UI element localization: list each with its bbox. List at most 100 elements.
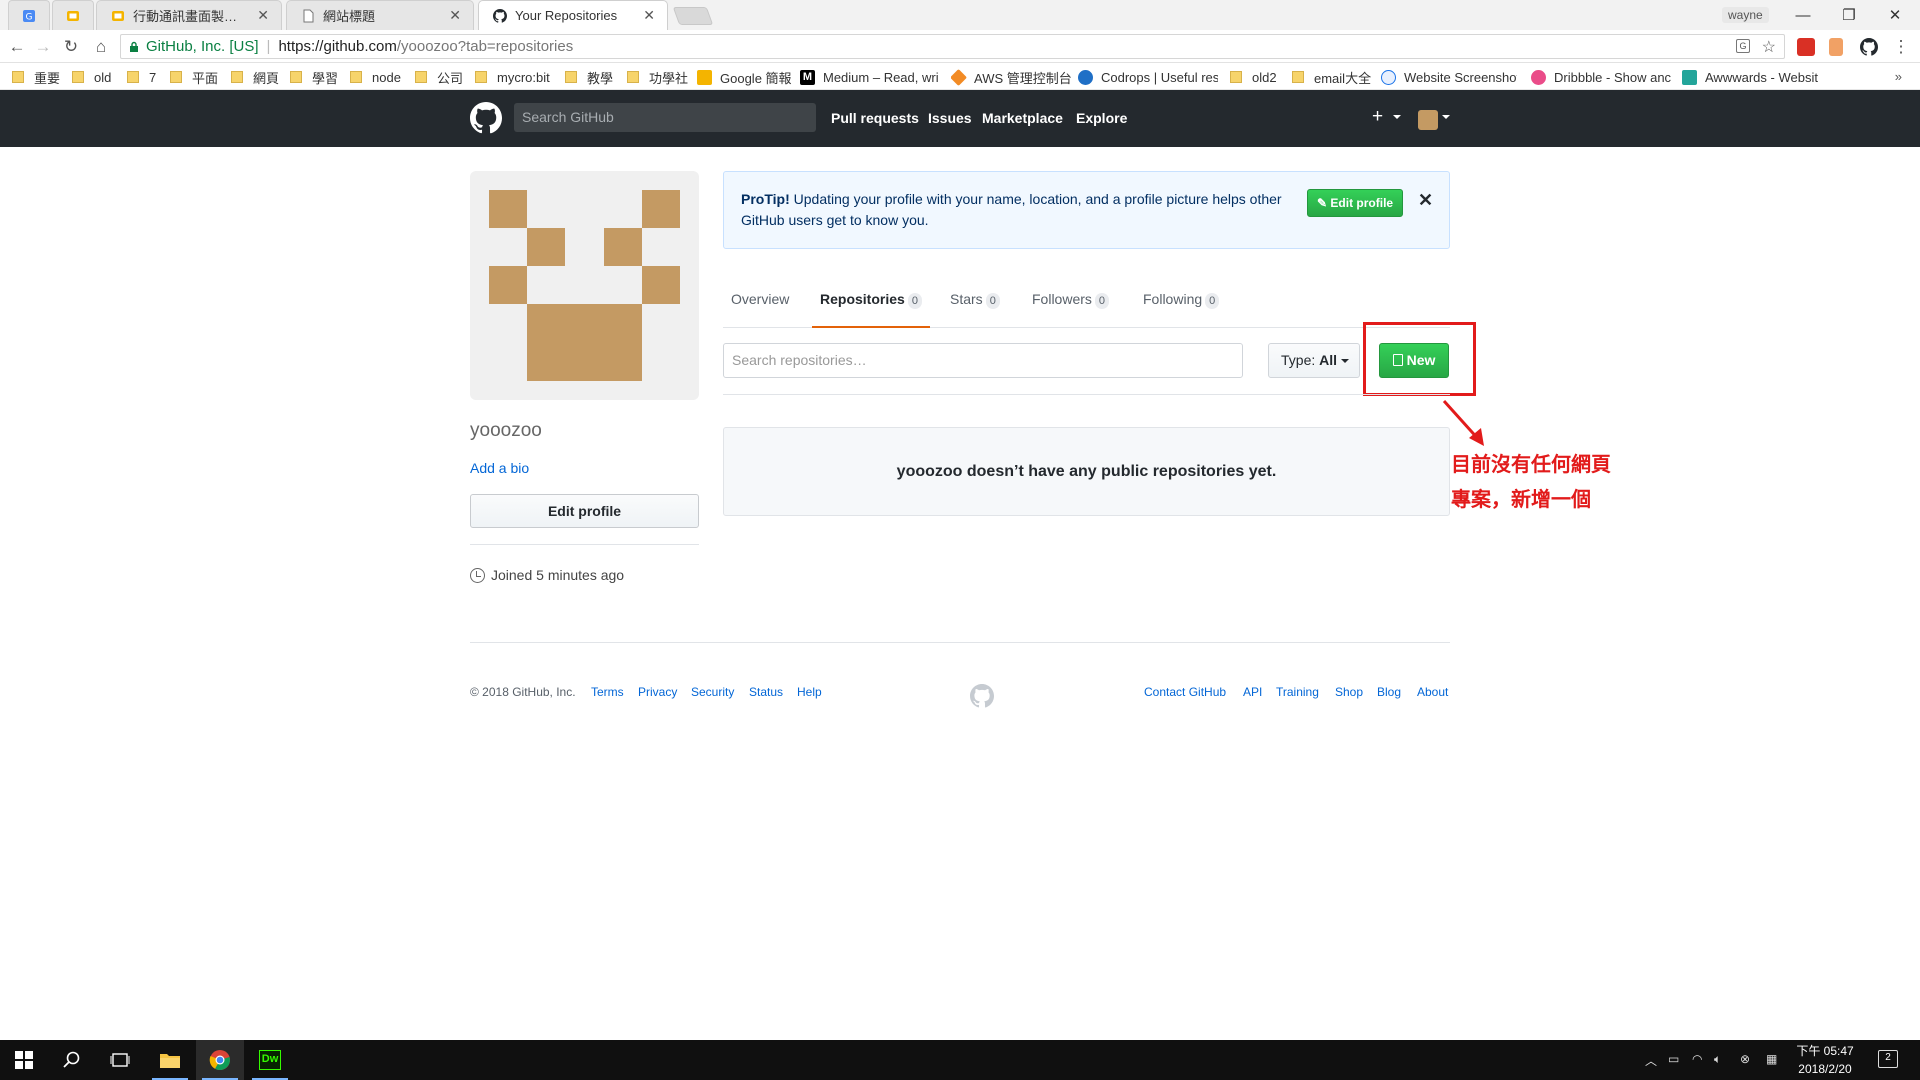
user-avatar-menu[interactable] <box>1418 110 1438 130</box>
footer-link-api[interactable]: API <box>1243 685 1262 699</box>
github-extension-icon[interactable] <box>1860 38 1878 56</box>
bookmark-website-screenshot[interactable]: Website Screenshot <box>1381 67 1517 87</box>
tray-chevron-up-icon[interactable]: ︿ <box>1645 1052 1657 1069</box>
bookmark-folder[interactable]: 平面 <box>170 67 218 87</box>
windows-start-icon[interactable] <box>0 1040 48 1080</box>
browser-profile-name[interactable]: wayne <box>1722 7 1769 23</box>
footer-link-contact[interactable]: Contact GitHub <box>1144 685 1226 699</box>
address-bar[interactable]: GitHub, Inc. [US] | https://github.com/y… <box>120 34 1785 59</box>
extension-red-icon[interactable] <box>1797 38 1815 56</box>
edit-profile-button[interactable]: Edit profile <box>470 494 699 528</box>
footer-link-blog[interactable]: Blog <box>1377 685 1401 699</box>
footer-link-security[interactable]: Security <box>691 685 734 699</box>
tab-following[interactable]: Following 0 <box>1143 282 1220 328</box>
bookmark-folder[interactable]: 網頁 <box>231 67 279 87</box>
footer-link-status[interactable]: Status <box>749 685 783 699</box>
taskbar-date: 2018/2/20 <box>1798 1062 1852 1076</box>
wifi-icon[interactable]: ◠ <box>1692 1052 1702 1066</box>
footer-link-about[interactable]: About <box>1417 685 1448 699</box>
ime-keyboard-icon[interactable]: ▦ <box>1766 1052 1777 1066</box>
nav-marketplace[interactable]: Marketplace <box>982 110 1063 126</box>
home-icon[interactable]: ⌂ <box>90 36 112 58</box>
bookmark-medium[interactable]: M Medium – Read, wri <box>800 67 940 87</box>
bookmark-folder[interactable]: 重要 <box>12 67 60 87</box>
close-icon[interactable]: ✕ <box>257 7 269 24</box>
bookmark-folder[interactable]: 7 <box>127 67 156 87</box>
menu-kebab-icon[interactable]: ⋮ <box>1890 36 1912 58</box>
footer-link-privacy[interactable]: Privacy <box>638 685 677 699</box>
bookmark-aws[interactable]: AWS 管理控制台 <box>951 67 1072 87</box>
close-icon[interactable]: ✕ <box>643 7 655 24</box>
bookmark-folder[interactable]: mycro:bit <box>475 67 550 87</box>
tab-repositories[interactable]: Repositories 0 <box>812 282 930 328</box>
nav-pull-requests[interactable]: Pull requests <box>831 110 919 126</box>
annotation-line: 目前沒有任何網頁 <box>1451 454 1611 476</box>
bookmark-folder[interactable]: 學習 <box>290 67 338 87</box>
chevron-down-icon[interactable] <box>1393 115 1401 119</box>
tab-followers[interactable]: Followers 0 <box>1032 282 1110 328</box>
sync-icon[interactable]: ⊗ <box>1740 1052 1750 1066</box>
bookmark-star-icon[interactable]: ☆ <box>1762 37 1776 57</box>
pinned-tab-slides[interactable] <box>52 0 94 30</box>
add-bio-link[interactable]: Add a bio <box>470 460 529 476</box>
bookmark-google-slides[interactable]: Google 簡報 <box>697 67 792 87</box>
github-logo-icon[interactable] <box>470 102 502 134</box>
chevron-down-icon[interactable] <box>1442 115 1450 119</box>
file-explorer-icon[interactable] <box>146 1040 194 1080</box>
dreamweaver-icon[interactable]: Dw <box>246 1040 294 1080</box>
annotation-highlight-box <box>1363 322 1476 396</box>
bookmark-codrops[interactable]: Codrops | Useful res <box>1078 67 1218 87</box>
bookmark-folder[interactable]: node <box>350 67 401 87</box>
footer-link-help[interactable]: Help <box>797 685 822 699</box>
tab-stars[interactable]: Stars 0 <box>950 282 1000 328</box>
bookmark-folder[interactable]: 教學 <box>565 67 613 87</box>
volume-icon[interactable]: 🔈︎ <box>1714 1052 1721 1067</box>
protip-edit-profile-button[interactable]: ✎ Edit profile <box>1307 189 1404 217</box>
nav-explore[interactable]: Explore <box>1076 110 1127 126</box>
extension-flag-icon[interactable] <box>1829 38 1843 56</box>
search-repositories-input[interactable]: Search repositories… <box>723 343 1243 378</box>
tab-overview[interactable]: Overview <box>731 282 789 328</box>
bookmark-dribbble[interactable]: Dribbble - Show anc <box>1531 67 1671 87</box>
tab-slides-doc[interactable]: 行動通訊畫面製作-4 - G ✕ <box>96 0 282 30</box>
bookmarks-overflow-icon[interactable]: » <box>1895 69 1902 84</box>
profile-avatar[interactable] <box>470 171 699 400</box>
folder-icon <box>1230 71 1242 83</box>
bookmark-folder[interactable]: 功學社 <box>627 67 688 87</box>
tab-your-repositories[interactable]: Your Repositories ✕ <box>478 0 668 30</box>
profile-tabs: Overview Repositories 0 Stars 0 Followers 0… <box>723 282 1450 328</box>
forward-arrow-icon[interactable]: → <box>32 36 54 58</box>
action-center-icon[interactable]: 2 <box>1878 1050 1898 1068</box>
avatar-pixel <box>527 228 565 266</box>
github-footer-logo-icon[interactable] <box>970 684 994 708</box>
search-icon[interactable] <box>48 1040 96 1080</box>
footer-link-shop[interactable]: Shop <box>1335 685 1363 699</box>
bookmark-folder[interactable]: 公司 <box>415 67 463 87</box>
bookmark-folder[interactable]: old2 <box>1230 67 1277 87</box>
taskbar-clock[interactable]: 下午 05:47 2018/2/20 <box>1792 1042 1858 1078</box>
new-tab-button[interactable] <box>672 7 714 25</box>
create-new-plus-icon[interactable]: + <box>1372 106 1383 128</box>
minimize-icon[interactable]: — <box>1780 0 1826 30</box>
nav-issues[interactable]: Issues <box>928 110 972 126</box>
close-window-icon[interactable]: ✕ <box>1872 0 1918 30</box>
tab-site-title[interactable]: 網站標題 ✕ <box>286 0 474 30</box>
task-view-icon[interactable] <box>96 1040 144 1080</box>
back-arrow-icon[interactable]: ← <box>6 36 28 58</box>
bookmark-awwwards[interactable]: Awwwards - Websit <box>1682 67 1820 87</box>
translate-icon[interactable]: G <box>1736 39 1750 53</box>
tab-label: Overview <box>731 291 790 307</box>
close-icon[interactable]: ✕ <box>1418 190 1433 211</box>
battery-icon[interactable]: ▭ <box>1668 1052 1679 1066</box>
pinned-tab-translate[interactable]: G <box>8 0 50 30</box>
footer-link-training[interactable]: Training <box>1276 685 1319 699</box>
bookmark-folder[interactable]: email大全 <box>1292 67 1371 87</box>
bookmark-folder[interactable]: old <box>72 67 111 87</box>
close-icon[interactable]: ✕ <box>449 7 461 24</box>
reload-icon[interactable]: ↻ <box>60 36 82 58</box>
chrome-icon[interactable] <box>196 1040 244 1080</box>
restore-icon[interactable]: ❐ <box>1826 0 1872 30</box>
github-search-input[interactable]: Search GitHub <box>514 103 816 132</box>
type-filter-dropdown[interactable]: Type: All <box>1268 343 1360 378</box>
footer-link-terms[interactable]: Terms <box>591 685 624 699</box>
